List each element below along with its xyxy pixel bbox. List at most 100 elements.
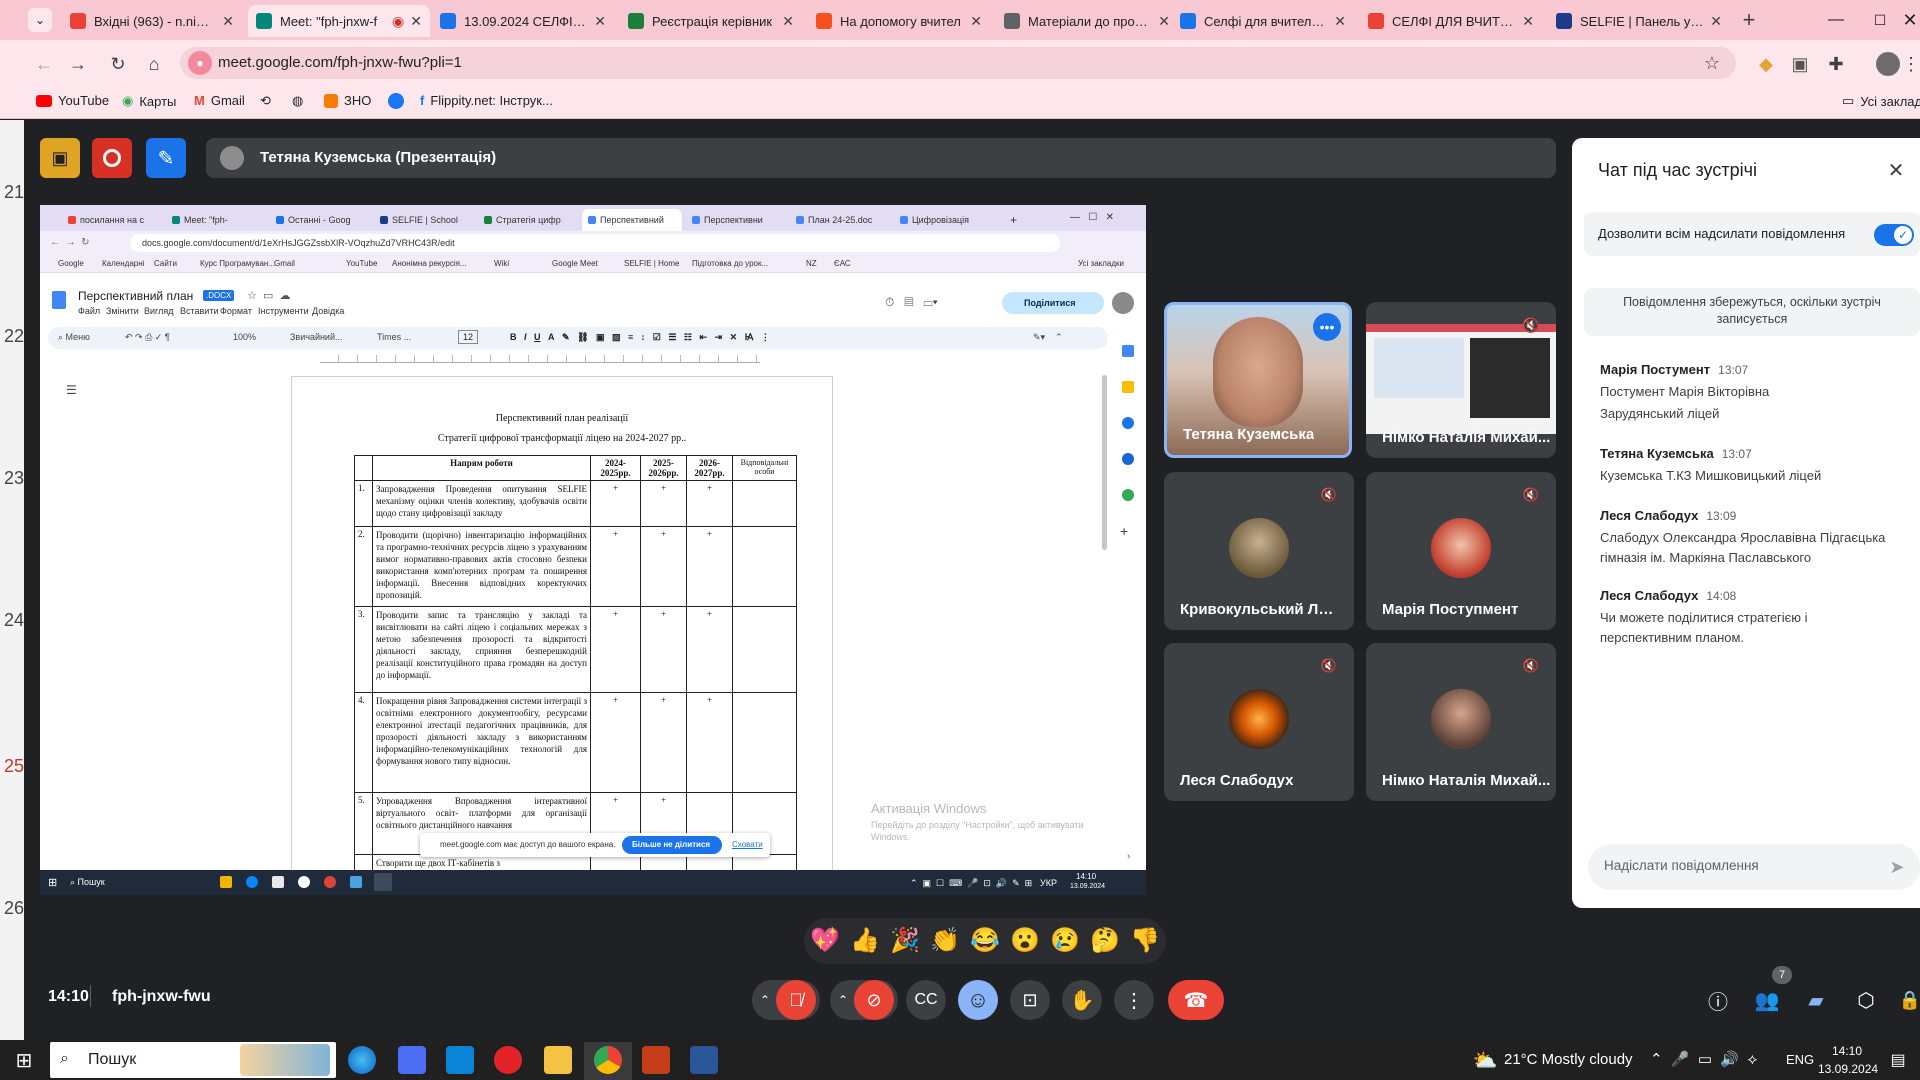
reaction-emoji[interactable]: 😂 bbox=[968, 924, 1002, 958]
all-bookmarks[interactable]: ▭ Усі заклад bbox=[1842, 93, 1920, 109]
tab-close-icon[interactable]: ✕ bbox=[222, 13, 234, 30]
file-explorer-taskbar-icon[interactable] bbox=[544, 1046, 572, 1074]
home-icon[interactable]: ⌂ bbox=[140, 50, 168, 78]
participant-tile[interactable]: 🔇 Кривокульський Люб... bbox=[1164, 472, 1354, 630]
tab-close-icon[interactable]: ✕ bbox=[970, 13, 982, 30]
participant-tile[interactable]: 🔇 Німко Наталія Михай... bbox=[1366, 643, 1556, 801]
leave-call-button[interactable]: ☎ bbox=[1168, 980, 1224, 1020]
bookmark-maps[interactable]: ◉ Карты bbox=[122, 93, 176, 109]
send-icon[interactable]: ➤ bbox=[1884, 854, 1910, 880]
tab-close-icon[interactable]: ✕ bbox=[782, 13, 794, 30]
taskbar-search-box[interactable]: ⌕ Пошук bbox=[50, 1042, 336, 1078]
word-taskbar-icon[interactable] bbox=[690, 1046, 718, 1074]
reaction-emoji[interactable]: 💖 bbox=[808, 924, 842, 958]
participant-tile-speaker[interactable]: ••• Тетяна Куземська bbox=[1164, 302, 1352, 458]
activities-icon[interactable]: ⬡ bbox=[1852, 986, 1880, 1014]
allow-messages-toggle[interactable]: ✓ bbox=[1874, 224, 1914, 246]
emoji-reactions-button[interactable]: ☺ bbox=[958, 980, 998, 1020]
browser-tab[interactable]: Матеріали до проєкт ✕ bbox=[996, 5, 1178, 37]
whiteboard-icon[interactable]: ✎ bbox=[146, 138, 186, 178]
tab-search-chevron-icon[interactable]: ⌄ bbox=[28, 8, 52, 32]
maximize-window-icon[interactable]: ☐ bbox=[1866, 6, 1894, 34]
reaction-emoji[interactable]: 🎉 bbox=[888, 924, 922, 958]
tab-close-icon[interactable]: ✕ bbox=[410, 13, 422, 30]
back-arrow-icon[interactable]: ← bbox=[30, 50, 58, 78]
reaction-emoji[interactable]: 👏 bbox=[928, 924, 962, 958]
opera-taskbar-icon[interactable] bbox=[494, 1046, 522, 1074]
tab-close-icon[interactable]: ✕ bbox=[1710, 13, 1722, 30]
reaction-emoji[interactable]: 😮 bbox=[1008, 924, 1042, 958]
start-icon[interactable]: ⊞ bbox=[10, 1046, 38, 1074]
taskbar-clock-time[interactable]: 14:10 bbox=[1832, 1044, 1862, 1058]
recording-status-icon[interactable]: ▣ bbox=[40, 138, 80, 178]
extension-2-icon[interactable]: ▣ bbox=[1786, 50, 1814, 78]
mail-taskbar-icon[interactable] bbox=[446, 1046, 474, 1074]
edge-taskbar-icon[interactable] bbox=[348, 1046, 376, 1074]
forward-arrow-icon[interactable]: → bbox=[64, 50, 92, 78]
minimize-window-icon[interactable]: — bbox=[1822, 6, 1850, 34]
browser-tab[interactable]: СЕЛФІ ДЛЯ ВЧИТЕЛЯ ✕ bbox=[1360, 5, 1542, 37]
tab-favicon-icon bbox=[440, 13, 456, 29]
tab-close-icon[interactable]: ✕ bbox=[1158, 13, 1170, 30]
address-bar[interactable]: ● meet.google.com/fph-jnxw-fwu?pli=1 ☆ bbox=[180, 47, 1736, 79]
bookmark-facebook[interactable] bbox=[388, 93, 404, 109]
store-taskbar-icon[interactable] bbox=[398, 1046, 426, 1074]
chat-icon[interactable]: ▰ bbox=[1802, 986, 1830, 1014]
reload-icon[interactable]: ↻ bbox=[104, 50, 132, 78]
reaction-emoji[interactable]: 👍 bbox=[848, 924, 882, 958]
new-tab-plus-icon[interactable]: + bbox=[1735, 6, 1763, 34]
taskbar-clock-date[interactable]: 13.09.2024 bbox=[1818, 1062, 1878, 1076]
meeting-info-icon[interactable]: ⓘ bbox=[1704, 986, 1732, 1014]
browser-tab[interactable]: Вхідні (963) - n.nimko ✕ bbox=[62, 5, 242, 37]
tab-close-icon[interactable]: ✕ bbox=[594, 13, 606, 30]
reaction-emoji[interactable]: 😢 bbox=[1048, 924, 1082, 958]
close-chat-icon[interactable]: ✕ bbox=[1882, 156, 1910, 184]
participant-tile-screen[interactable]: 🔇 Німко Наталія Михай... bbox=[1366, 302, 1556, 458]
bookmark-youtube[interactable]: YouTube bbox=[36, 93, 109, 108]
browser-tab[interactable]: Селфі для вчителя – ✕ bbox=[1172, 5, 1354, 37]
participant-tile[interactable]: 🔇 Марія Поступмент bbox=[1366, 472, 1556, 630]
powerpoint-taskbar-icon[interactable] bbox=[642, 1046, 670, 1074]
reaction-emoji[interactable]: 🤔 bbox=[1088, 924, 1122, 958]
browser-tab[interactable]: SELFIE | Панель упра ✕ bbox=[1548, 5, 1730, 37]
notifications-icon[interactable]: ▤ bbox=[1884, 1046, 1912, 1074]
chat-input[interactable]: Надіслати повідомлення ➤ bbox=[1588, 844, 1920, 890]
bookmark-globe[interactable]: ◍ bbox=[292, 93, 303, 109]
bookmark-history[interactable]: ⟲ bbox=[260, 93, 271, 109]
input-language[interactable]: ENG bbox=[1786, 1052, 1814, 1067]
extensions-puzzle-icon[interactable]: ✚ bbox=[1822, 50, 1850, 78]
reaction-emoji[interactable]: 👎 bbox=[1128, 924, 1162, 958]
more-options-button[interactable]: ⋮ bbox=[1114, 980, 1154, 1020]
profile-avatar[interactable] bbox=[1876, 52, 1900, 76]
weather-icon[interactable]: ⛅ bbox=[1470, 1046, 1500, 1074]
present-now-button[interactable]: ⊡ bbox=[1010, 980, 1050, 1020]
bookmark-star-icon[interactable]: ☆ bbox=[1700, 51, 1724, 75]
raise-hand-button[interactable]: ✋ bbox=[1062, 980, 1102, 1020]
mic-toggle-button[interactable]: 🎙̸ bbox=[776, 980, 816, 1020]
record-button[interactable] bbox=[92, 138, 132, 178]
camera-toggle-button[interactable]: ⊘ bbox=[854, 980, 894, 1020]
shared-tab: Meet: "fph- bbox=[166, 209, 266, 231]
tab-close-icon[interactable]: ✕ bbox=[1522, 13, 1534, 30]
bookmark-zno[interactable]: ЗНО bbox=[324, 93, 371, 108]
tray-icons[interactable]: ⌃ 🎤 ▭ 🔊 ⟡ bbox=[1650, 1050, 1757, 1068]
browser-menu-icon[interactable]: ⋮ bbox=[1902, 50, 1920, 78]
host-controls-icon[interactable]: 🔒 bbox=[1899, 986, 1920, 1014]
bookmark-flippity[interactable]: f Flippity.net: Інструк... bbox=[420, 93, 553, 108]
tab-close-icon[interactable]: ✕ bbox=[1334, 13, 1346, 30]
browser-tab[interactable]: Реєстрація керівник ✕ bbox=[620, 5, 802, 37]
mic-in-use-icon[interactable]: ● bbox=[188, 51, 212, 75]
captions-button[interactable]: CC bbox=[906, 980, 946, 1020]
weather-text[interactable]: 21°C Mostly cloudy bbox=[1504, 1051, 1633, 1068]
participant-tile[interactable]: 🔇 Леся Слабодух bbox=[1164, 643, 1354, 801]
browser-tab[interactable]: На допомогу вчител ✕ bbox=[808, 5, 990, 37]
browser-tab[interactable]: 13.09.2024 СЕЛФІ - G ✕ bbox=[432, 5, 614, 37]
bookmark-gmail[interactable]: M Gmail bbox=[194, 93, 245, 108]
participant-more-options-icon[interactable]: ••• bbox=[1313, 313, 1341, 341]
people-icon[interactable]: 👥 bbox=[1752, 986, 1782, 1014]
extension-icon[interactable]: ◆ bbox=[1752, 50, 1780, 78]
shared-taskbar-apps bbox=[220, 872, 560, 892]
close-window-icon[interactable]: ✕ bbox=[1900, 6, 1920, 34]
browser-tab[interactable]: Meet: "fph-jnxw-f ◉ ✕ bbox=[248, 5, 430, 37]
chrome-taskbar-icon[interactable] bbox=[594, 1046, 622, 1074]
